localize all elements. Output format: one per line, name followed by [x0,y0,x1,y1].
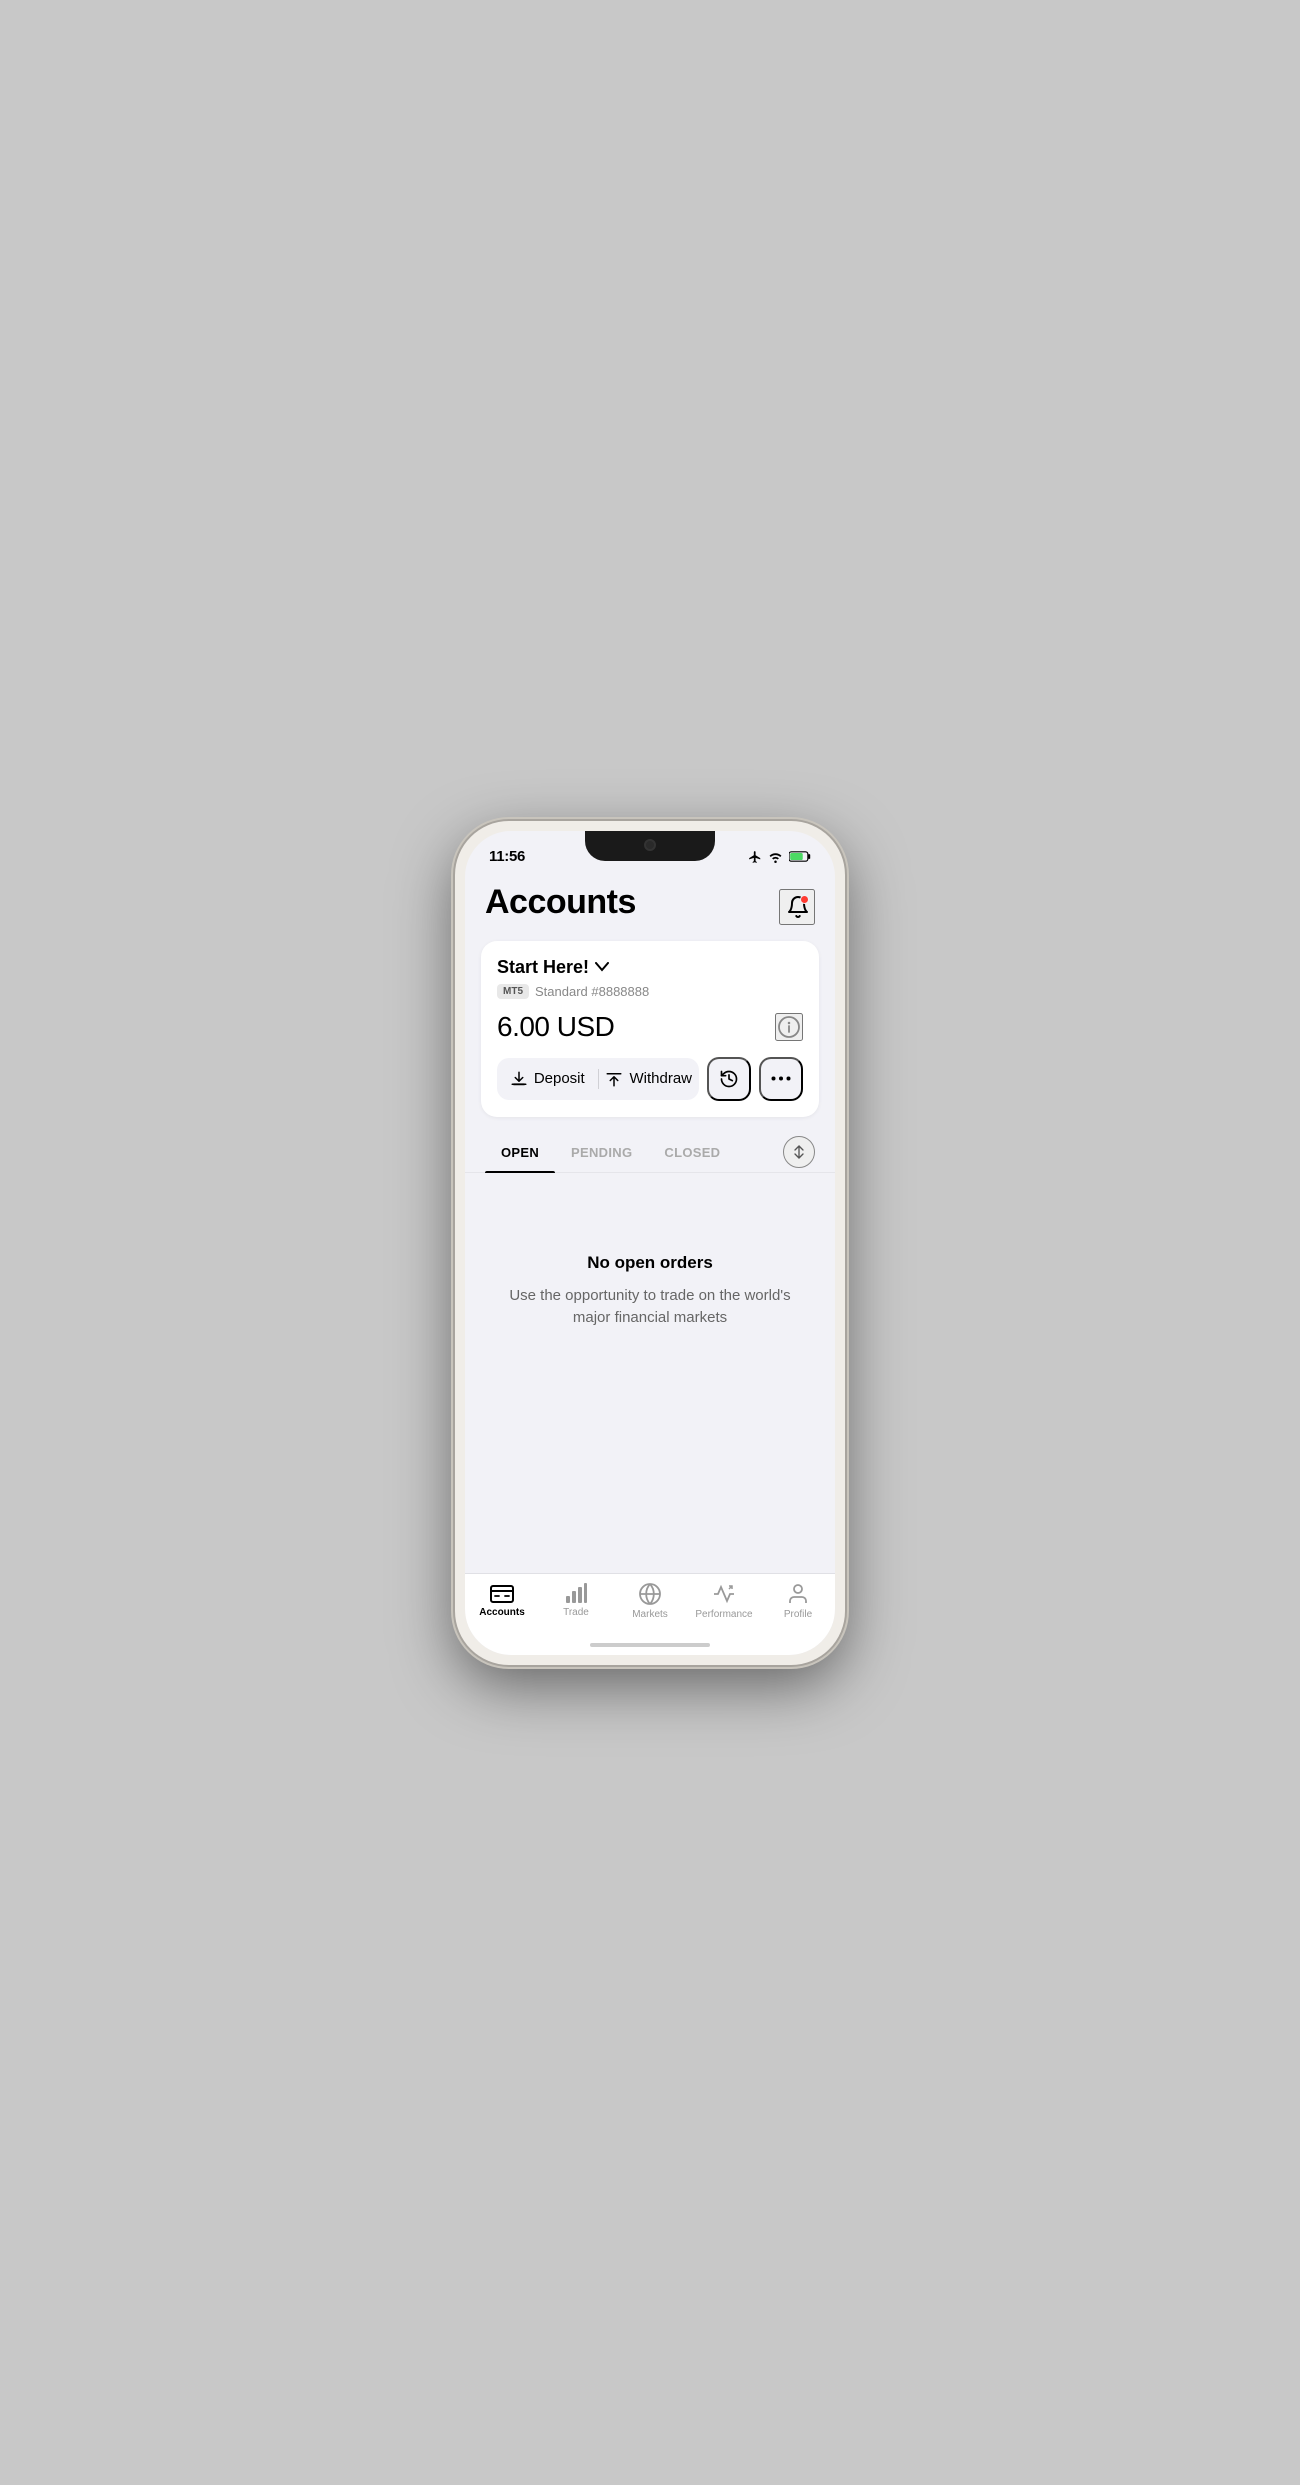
scroll-area[interactable]: Accounts Start Here! [465,875,835,1655]
page-title: Accounts [485,883,636,922]
tab-open[interactable]: OPEN [485,1133,555,1172]
camera [644,839,656,851]
phone-frame: 11:56 Accou [455,821,845,1665]
account-type: Standard #8888888 [535,984,649,999]
empty-title: No open orders [587,1253,713,1273]
deposit-icon [510,1070,528,1088]
battery-icon [789,850,811,863]
more-button[interactable] [759,1057,803,1101]
sort-button[interactable] [783,1136,815,1168]
tabs-container: OPEN PENDING CLOSED [465,1133,835,1173]
profile-nav-label: Profile [784,1609,812,1620]
accounts-nav-icon [490,1582,514,1604]
tab-closed[interactable]: CLOSED [648,1133,736,1172]
performance-nav-label: Performance [695,1609,752,1620]
markets-nav-label: Markets [632,1609,668,1620]
tab-pending[interactable]: PENDING [555,1133,648,1172]
deposit-withdraw-group: Deposit Withdraw [497,1058,699,1100]
sort-icon [791,1144,807,1160]
tabs-group: OPEN PENDING CLOSED [485,1133,736,1172]
notification-dot [800,895,809,904]
accounts-nav-label: Accounts [479,1607,525,1618]
account-meta: MT5 Standard #8888888 [497,984,803,999]
nav-markets[interactable]: Markets [620,1582,680,1620]
balance-amount: 6.00 USD [497,1011,614,1043]
action-row: Deposit Withdraw [497,1057,803,1101]
withdraw-button[interactable]: Withdraw [599,1058,700,1100]
info-icon [777,1015,801,1039]
withdraw-label: Withdraw [629,1070,692,1087]
home-indicator [590,1643,710,1647]
balance-row: 6.00 USD [497,1011,803,1043]
nav-performance[interactable]: Performance [694,1582,754,1620]
account-card: Start Here! MT5 Standard #8888888 [481,941,819,1117]
trade-nav-label: Trade [563,1607,589,1618]
nav-trade[interactable]: Trade [546,1582,606,1618]
mt5-badge: MT5 [497,984,529,999]
status-time: 11:56 [489,848,525,865]
app-header: Accounts [465,875,835,941]
deposit-label: Deposit [534,1070,585,1087]
phone-screen: 11:56 Accou [465,831,835,1655]
empty-state: No open orders Use the opportunity to tr… [465,1173,835,1370]
notification-button[interactable] [779,889,815,925]
account-selector-chevron[interactable] [595,959,609,975]
markets-nav-icon [638,1582,662,1606]
status-icons [748,850,811,864]
trade-nav-icon [564,1582,588,1604]
account-name: Start Here! [497,957,589,978]
wifi-icon [768,851,783,863]
history-icon [719,1069,739,1089]
info-button[interactable] [775,1013,803,1041]
notch [585,831,715,861]
performance-nav-icon [712,1582,736,1606]
airplane-icon [748,850,762,864]
account-name-row: Start Here! [497,957,803,978]
profile-nav-icon [786,1582,810,1606]
nav-profile[interactable]: Profile [768,1582,828,1620]
history-button[interactable] [707,1057,751,1101]
nav-accounts[interactable]: Accounts [472,1582,532,1618]
more-icon [771,1076,791,1081]
withdraw-icon [605,1070,623,1088]
empty-description: Use the opportunity to trade on the worl… [505,1285,795,1330]
deposit-button[interactable]: Deposit [497,1058,598,1100]
